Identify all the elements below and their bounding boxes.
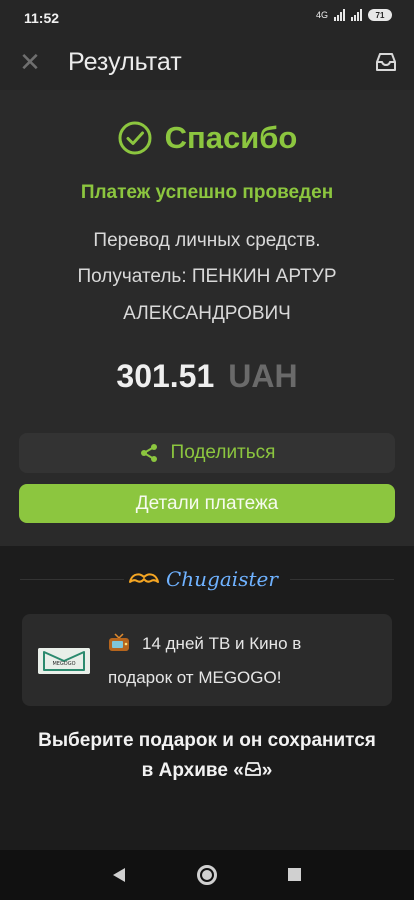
choose-gift-line-2-prefix: в Архиве «	[141, 760, 244, 781]
recipient-line-2: АЛЕКСАНДРОВИЧ	[123, 303, 291, 324]
choose-gift-line-2-suffix: »	[261, 760, 273, 781]
divider-right	[290, 579, 394, 580]
back-icon[interactable]	[112, 867, 126, 883]
network-label: 4G	[315, 10, 328, 20]
chugaister-logo: Chugaister	[128, 564, 288, 594]
home-icon[interactable]	[197, 865, 217, 885]
battery-icon: 71	[368, 9, 392, 21]
app-bar: ✕ Результат	[0, 36, 414, 90]
tv-icon	[109, 633, 129, 651]
transfer-description: Перевод личных средств.	[93, 230, 321, 251]
amount-currency: UAH	[228, 358, 298, 394]
check-circle-icon	[118, 121, 152, 155]
share-button[interactable]: Поделиться	[19, 433, 395, 473]
amount-value: 301.51	[116, 358, 215, 394]
result-panel: Спасибо Платеж успешно проведен Перевод …	[0, 90, 414, 546]
amount-row: 301.51 UAH	[0, 358, 414, 395]
recipient-line-1: Получатель: ПЕНКИН АРТУР	[77, 266, 337, 287]
status-bar: 11:52 4G 71	[0, 0, 414, 36]
share-icon	[140, 444, 157, 462]
recents-icon[interactable]	[288, 868, 301, 881]
share-label: Поделиться	[170, 442, 276, 463]
status-icons: 4G 71	[316, 9, 392, 21]
megogo-logo: MEGOGO	[38, 648, 90, 674]
close-icon[interactable]: ✕	[16, 48, 44, 76]
signal-icon	[334, 9, 345, 21]
signal-icon-2	[351, 9, 362, 21]
choose-gift-line-1: Выберите подарок и он сохранится	[38, 730, 376, 751]
brand-name: Chugaister	[166, 567, 278, 591]
promo-text-line-2: подарок от MEGOGO!	[108, 668, 282, 687]
success-message: Платеж успешно проведен	[80, 182, 334, 203]
archive-tray-icon[interactable]	[372, 48, 400, 76]
page-title: Результат	[68, 48, 182, 76]
promo-section: Chugaister MEGOGO 14 дней ТВ и Кино в по…	[0, 546, 414, 850]
promo-text-line-1: 14 дней ТВ и Кино в	[142, 634, 302, 653]
choose-gift-text: Выберите подарок и он сохранится в Архив…	[0, 726, 414, 786]
thanks-heading: Спасибо	[164, 120, 298, 155]
system-nav-bar	[0, 850, 414, 900]
status-time: 11:52	[24, 10, 60, 26]
archive-inline-icon	[244, 762, 261, 776]
thanks-row: Спасибо	[0, 120, 414, 156]
megogo-promo-card[interactable]: MEGOGO 14 дней ТВ и Кино в подарок от ME…	[22, 614, 392, 706]
megogo-logo-text: MEGOGO	[52, 661, 75, 667]
mustache-icon	[129, 573, 159, 583]
divider-left	[20, 579, 124, 580]
payment-details-button[interactable]: Детали платежа	[19, 484, 395, 523]
